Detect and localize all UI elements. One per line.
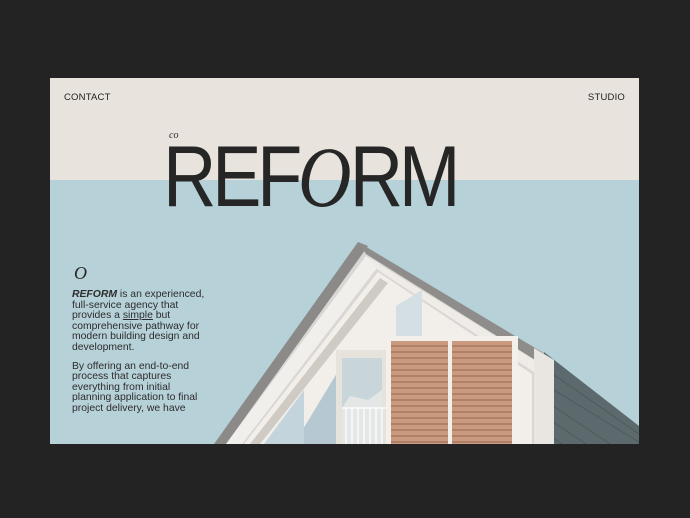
logo-part-o: O	[298, 129, 351, 225]
intro-text: O REFORM is an experienced, full-service…	[72, 264, 212, 423]
o-mark: O	[74, 263, 87, 283]
brand-name: REFORM	[72, 289, 118, 300]
intro-paragraph-2: By offering an end-to-end process that c…	[72, 360, 198, 414]
logo-part-rm: RM	[349, 129, 461, 225]
hero-frame: CONTACT STUDIO co REFORM O REFORM is an …	[50, 78, 639, 444]
intro-paragraph-1: REFORM is an experienced, full-service a…	[72, 289, 212, 354]
brand-logo[interactable]: REFORM	[163, 134, 460, 220]
logo-part-ref: REF	[163, 129, 302, 225]
simple-link[interactable]: simple	[123, 310, 153, 321]
